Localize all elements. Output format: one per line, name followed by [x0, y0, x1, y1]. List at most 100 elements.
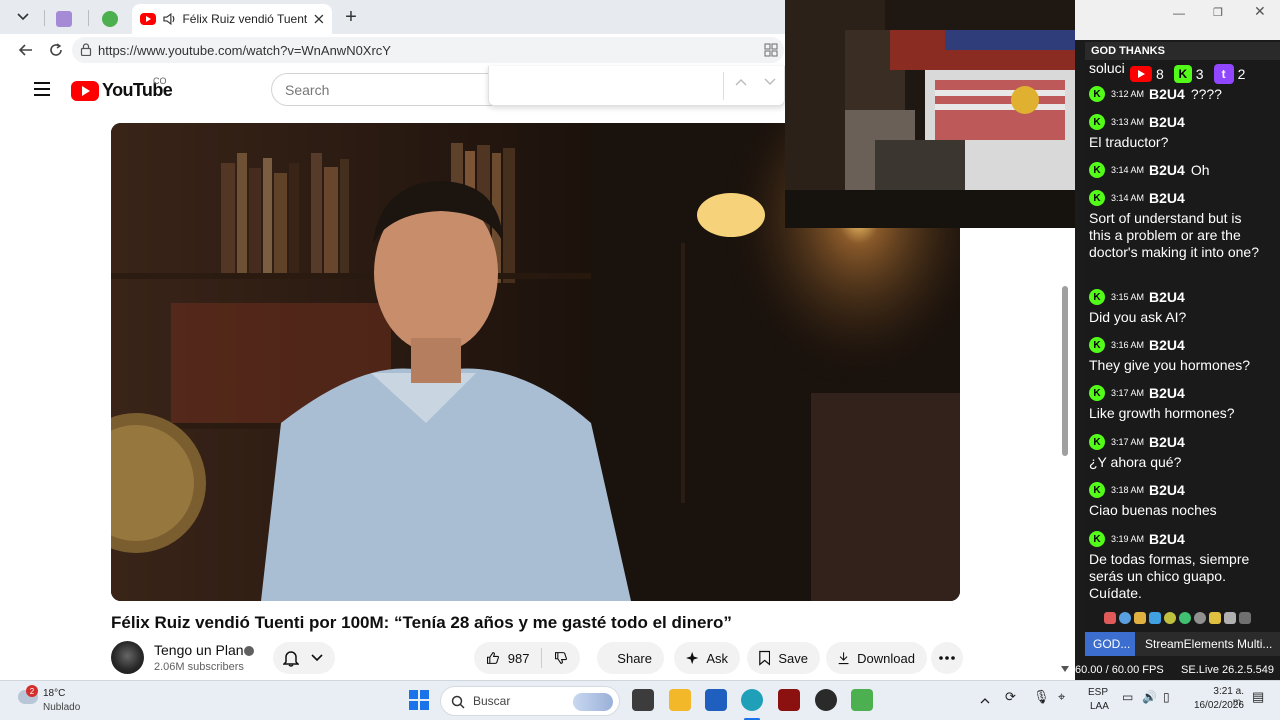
app-icon[interactable]: [851, 689, 873, 711]
file-explorer-icon[interactable]: [669, 689, 691, 711]
message-user[interactable]: B2U4: [1149, 434, 1185, 450]
chevron-up-icon[interactable]: [980, 698, 990, 704]
menu-icon[interactable]: [34, 82, 50, 96]
language-indicator[interactable]: ESP: [1088, 687, 1108, 698]
webcam-feed: [785, 0, 1075, 228]
chat-tabs: GOD... StreamElements Multi...: [1085, 632, 1280, 656]
window-close-button[interactable]: ✕: [1254, 3, 1266, 20]
search-suggestions-popup: [488, 66, 785, 106]
bookmark-icon: [759, 650, 771, 666]
message-user[interactable]: B2U4: [1149, 531, 1185, 547]
more-actions-button[interactable]: [931, 642, 963, 674]
message-user[interactable]: B2U4: [1149, 337, 1185, 353]
minimize-button[interactable]: —: [1173, 6, 1185, 20]
emote-icon[interactable]: [1149, 612, 1161, 624]
webcam-overlay: [785, 0, 1075, 228]
weather-condition[interactable]: Nublado: [43, 702, 80, 713]
region-indicator: LAA: [1090, 701, 1109, 712]
tab-list-button[interactable]: [8, 5, 38, 29]
thumbs-down-icon[interactable]: [554, 649, 568, 667]
share-button[interactable]: Share: [597, 642, 664, 674]
clock-date[interactable]: 16/02/2026: [1190, 700, 1244, 711]
message-user[interactable]: B2U4: [1149, 482, 1185, 498]
app-favicon-icon: [56, 11, 72, 27]
chevron-down-icon: [17, 13, 29, 21]
taskbar: 2 18°C Nublado Buscar ⟳ 🎙 ⌖ ESP LAA ▭ 🔊 …: [0, 680, 1280, 720]
emote-icon[interactable]: [1194, 612, 1206, 624]
speaker-icon[interactable]: [163, 13, 177, 25]
youtube-favicon-icon: [140, 13, 156, 25]
site-info-icon[interactable]: [80, 43, 92, 56]
microphone-icon[interactable]: 🎙: [1033, 689, 1050, 705]
download-button[interactable]: Download: [826, 642, 927, 674]
bell-icon[interactable]: [1134, 612, 1146, 624]
emote-icon[interactable]: [1119, 612, 1131, 624]
tab-youtube[interactable]: Félix Ruiz vendió Tuenti por 1: [132, 4, 332, 34]
edge-icon[interactable]: [741, 689, 763, 711]
scroll-down-icon[interactable]: [1061, 666, 1069, 672]
new-tab-button[interactable]: +: [336, 5, 366, 29]
chevron-up-icon[interactable]: [735, 78, 747, 86]
notification-badge: 2: [26, 685, 38, 697]
network-icon[interactable]: ▭: [1122, 690, 1133, 704]
obs-icon[interactable]: [815, 689, 837, 711]
tab-separator: [88, 10, 89, 26]
channel-avatar[interactable]: [111, 641, 144, 674]
like-count[interactable]: 987: [508, 651, 530, 666]
ask-button[interactable]: Ask: [674, 642, 740, 674]
chat-message: K 3:12 AM B2U4????: [1089, 85, 1267, 103]
chat-title: GOD THANKS: [1085, 42, 1280, 60]
emote-icon[interactable]: [1164, 612, 1176, 624]
emote-icon[interactable]: [1224, 612, 1236, 624]
chevron-down-icon[interactable]: [764, 78, 776, 86]
message-text: Sort of understand but is this a problem…: [1089, 210, 1259, 260]
sparkle-icon: [686, 651, 699, 665]
kick-badge-icon: K: [1089, 337, 1105, 353]
message-text: Oh: [1190, 162, 1210, 178]
message-user[interactable]: B2U4: [1149, 86, 1185, 102]
emote-icon[interactable]: [1239, 612, 1251, 624]
chat-message: K 3:19 AM B2U4 De todas formas, siempre se…: [1089, 530, 1267, 602]
reload-icon: [50, 43, 62, 56]
message-time: 3:18 AM: [1111, 485, 1145, 495]
tab-inactive-2[interactable]: [94, 4, 130, 34]
message-user[interactable]: B2U4: [1149, 190, 1185, 206]
message-user[interactable]: B2U4: [1149, 385, 1185, 401]
app-install-icon[interactable]: [764, 43, 778, 57]
tab-god[interactable]: GOD...: [1085, 632, 1135, 656]
message-text: El traductor?: [1089, 134, 1169, 150]
battery-icon[interactable]: ▯: [1163, 690, 1170, 704]
pause-icon[interactable]: [1104, 612, 1116, 624]
chat-message: K 3:14 AM B2U4 Oh: [1089, 161, 1267, 179]
message-user[interactable]: B2U4: [1149, 114, 1185, 130]
store-icon[interactable]: [705, 689, 727, 711]
tab-streamelements[interactable]: StreamElements Multi...: [1135, 632, 1280, 656]
channel-name[interactable]: Tengo un Plan: [154, 642, 244, 658]
page-scrollbar[interactable]: [1062, 286, 1068, 456]
maximize-button[interactable]: ❐: [1213, 6, 1223, 19]
volume-icon[interactable]: 🔊: [1142, 690, 1157, 704]
message-user[interactable]: B2U4: [1149, 289, 1185, 305]
chat-message: K 3:16 AM B2U4 They give you hormones?: [1089, 336, 1267, 374]
emote-icon[interactable]: [1209, 612, 1221, 624]
message-user[interactable]: B2U4: [1149, 162, 1185, 178]
save-button[interactable]: Save: [747, 642, 820, 674]
tab-inactive-1[interactable]: [48, 4, 84, 34]
reload-button[interactable]: [44, 38, 68, 62]
weather-temperature[interactable]: 18°C: [43, 688, 65, 699]
partial-message: soluci: [1089, 60, 1125, 76]
brave-icon[interactable]: [778, 689, 800, 711]
location-icon[interactable]: ⌖: [1058, 689, 1065, 705]
notifications-icon[interactable]: ▤: [1252, 689, 1264, 705]
address-bar[interactable]: https://www.youtube.com/watch?v=WnAnwN0X…: [72, 37, 784, 63]
back-button[interactable]: [14, 38, 38, 62]
notification-button[interactable]: [273, 642, 335, 674]
kick-viewer-count: 3: [1195, 66, 1204, 82]
task-view-icon[interactable]: [632, 689, 654, 711]
thumbs-up-icon[interactable]: [486, 649, 500, 667]
emote-icon[interactable]: [1179, 612, 1191, 624]
windows-start-icon[interactable]: [408, 689, 430, 711]
close-icon[interactable]: [314, 14, 324, 24]
sync-icon[interactable]: ⟳: [1005, 689, 1016, 705]
taskbar-search[interactable]: Buscar: [440, 686, 620, 716]
